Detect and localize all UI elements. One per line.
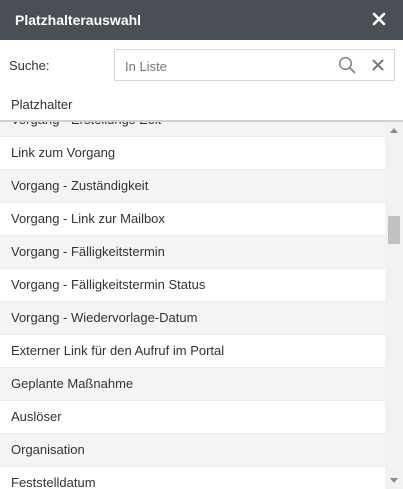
list-item[interactable]: Vorgang - Wiedervorlage-Datum bbox=[0, 302, 385, 335]
placeholder-list[interactable]: Vorgang - Erstellungs-ZeitLink zum Vorga… bbox=[0, 122, 385, 489]
scrollbar-thumb[interactable] bbox=[388, 216, 400, 244]
dialog-titlebar: Platzhalterauswahl bbox=[0, 0, 403, 40]
list-item[interactable]: Organisation bbox=[0, 434, 385, 467]
close-icon[interactable] bbox=[371, 11, 387, 27]
list-item[interactable]: Vorgang - Erstellungs-Zeit bbox=[0, 122, 385, 137]
list-item[interactable]: Geplante Maßnahme bbox=[0, 368, 385, 401]
list-item[interactable]: Vorgang - Fälligkeitstermin bbox=[0, 236, 385, 269]
search-icon[interactable] bbox=[338, 56, 356, 74]
scroll-up-icon[interactable] bbox=[390, 128, 398, 133]
search-input[interactable] bbox=[115, 50, 337, 82]
scroll-down-icon[interactable] bbox=[390, 478, 398, 483]
list-item[interactable]: Link zum Vorgang bbox=[0, 137, 385, 170]
scrollbar[interactable] bbox=[385, 122, 403, 489]
list-item[interactable]: Auslöser bbox=[0, 401, 385, 434]
list-item[interactable]: Vorgang - Zuständigkeit bbox=[0, 170, 385, 203]
clear-search-icon[interactable] bbox=[372, 59, 384, 71]
list-item[interactable]: Vorgang - Link zur Mailbox bbox=[0, 203, 385, 236]
list-item[interactable]: Feststelldatum bbox=[0, 467, 385, 489]
list-item[interactable]: Vorgang - Fälligkeitstermin Status bbox=[0, 269, 385, 302]
search-label: Suche: bbox=[9, 58, 50, 73]
search-box bbox=[114, 49, 395, 82]
list-item[interactable]: Externer Link für den Aufruf im Portal bbox=[0, 335, 385, 368]
dialog-title: Platzhalterauswahl bbox=[15, 12, 142, 28]
section-title: Platzhalter bbox=[11, 97, 73, 112]
search-row: Suche: bbox=[0, 40, 403, 90]
